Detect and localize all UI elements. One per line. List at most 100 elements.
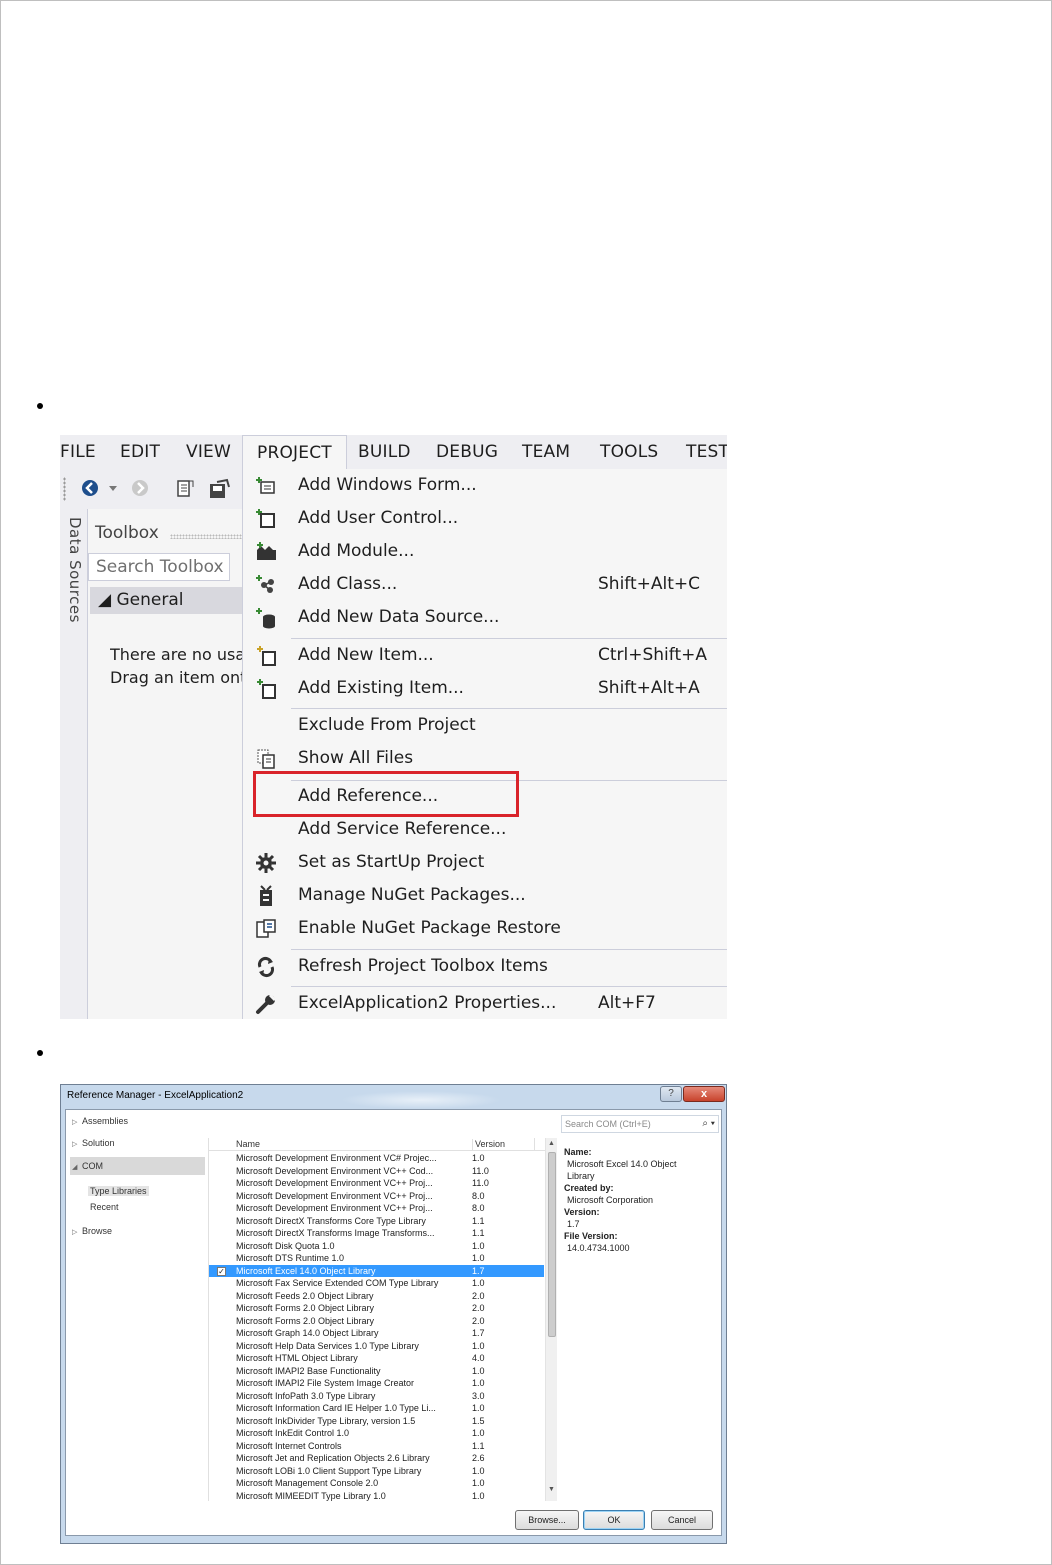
menu-item-enable-nuget-package-restore[interactable]: Enable NuGet Package Restore [243, 912, 727, 945]
list-header: Name Version [209, 1138, 557, 1151]
data-sources-tab[interactable]: Data Sources [66, 517, 84, 623]
menu-debug[interactable]: DEBUG [436, 435, 498, 469]
row-name: Microsoft Internet Controls [236, 1440, 342, 1451]
menu-project[interactable]: PROJECT [242, 435, 347, 470]
scroll-down-arrow-icon[interactable]: ▼ [548, 1486, 555, 1493]
table-row[interactable]: Microsoft Information Card IE Helper 1.0… [209, 1402, 544, 1415]
menu-tools[interactable]: TOOLS [600, 435, 658, 469]
table-row[interactable]: Microsoft DirectX Transforms Image Trans… [209, 1227, 544, 1240]
detail-created-by-value: Microsoft Corporation [567, 1195, 654, 1205]
toolbox-title-grip[interactable] [170, 534, 242, 539]
table-row[interactable]: Microsoft Development Environment VC++ P… [209, 1177, 544, 1190]
table-row[interactable]: Microsoft DirectX Transforms Core Type L… [209, 1215, 544, 1228]
menu-item-add-new-data-source[interactable]: Add New Data Source... [243, 601, 727, 634]
row-version: 3.0 [472, 1390, 485, 1401]
module-icon [257, 542, 276, 560]
row-name: Microsoft Feeds 2.0 Object Library [236, 1290, 374, 1301]
save-all-icon[interactable] [207, 478, 231, 500]
menu-item-add-class[interactable]: Add Class... Shift+Alt+C [243, 568, 727, 601]
table-row[interactable]: Microsoft Fax Service Extended COM Type … [209, 1277, 544, 1290]
row-version: 8.0 [472, 1190, 485, 1201]
column-header-version[interactable]: Version [472, 1139, 505, 1151]
table-row[interactable]: Microsoft Internet Controls 1.1 [209, 1440, 544, 1453]
table-row[interactable]: Microsoft Forms 2.0 Object Library 2.0 [209, 1302, 544, 1315]
table-row[interactable]: Microsoft Help Data Services 1.0 Type Li… [209, 1340, 544, 1353]
row-name: Microsoft InkEdit Control 1.0 [236, 1428, 350, 1438]
nav-type-libraries[interactable]: Type Libraries [88, 1186, 149, 1196]
toolbar-grip[interactable] [63, 477, 66, 501]
row-version: 1.0 [472, 1403, 485, 1413]
nav-recent[interactable]: Recent [90, 1202, 119, 1212]
table-row[interactable]: Microsoft InkEdit Control 1.0 1.0 [209, 1427, 544, 1440]
table-row[interactable]: Microsoft DTS Runtime 1.0 1.0 [209, 1252, 544, 1265]
help-button[interactable]: ? [660, 1086, 682, 1102]
search-icon[interactable]: ⌕ ▾ [702, 1116, 715, 1132]
table-row[interactable]: Microsoft HTML Object Library 4.0 [209, 1352, 544, 1365]
table-row[interactable]: Microsoft InkDivider Type Library, versi… [209, 1415, 544, 1428]
table-row[interactable]: Microsoft MIMEEDIT Type Library 1.0 1.0 [209, 1490, 544, 1503]
menu-view[interactable]: VIEW [186, 435, 231, 469]
add-reference-highlight-box [253, 771, 519, 817]
menu-item-add-service-reference[interactable]: Add Service Reference... [243, 813, 727, 846]
menu-edit[interactable]: EDIT [120, 435, 160, 469]
menu-file[interactable]: FILE [60, 435, 96, 469]
table-row[interactable]: ✓ Microsoft Excel 14.0 Object Library 1.7 [209, 1264, 544, 1277]
table-row[interactable]: Microsoft InfoPath 3.0 Type Library 3.0 [209, 1390, 544, 1403]
row-version: 1.0 [472, 1253, 485, 1263]
table-row[interactable]: Microsoft Management Console 2.0 1.0 [209, 1477, 544, 1490]
nav-assemblies[interactable]: ▷ Assemblies [72, 1116, 128, 1126]
row-version: 1.0 [472, 1428, 485, 1438]
menu-item-add-new-item[interactable]: Add New Item... Ctrl+Shift+A [243, 639, 727, 672]
menu-item-properties[interactable]: ExcelApplication2 Properties... Alt+F7 [243, 987, 727, 1019]
table-row[interactable]: Microsoft Development Environment VC++ P… [209, 1190, 544, 1203]
table-row[interactable]: Microsoft Development Environment VC++ P… [209, 1202, 544, 1215]
row-checkbox[interactable]: ✓ [217, 1266, 226, 1276]
back-icon[interactable] [80, 478, 100, 498]
detail-name-label: Name: [564, 1147, 592, 1157]
table-row[interactable]: Microsoft Jet and Replication Objects 2.… [209, 1452, 544, 1465]
table-row[interactable]: Microsoft Development Environment VC# Pr… [209, 1152, 544, 1165]
nav-com[interactable]: ◢ COM [72, 1161, 103, 1171]
dialog-body: ▷ Assemblies ▷ Solution ◢ COM Type Librarie… [65, 1109, 722, 1536]
detail-version-value: 1.7 [567, 1219, 580, 1229]
scroll-thumb[interactable] [548, 1152, 556, 1337]
search-com-input[interactable]: Search COM (Ctrl+E) ⌕ ▾ [561, 1115, 719, 1133]
table-row[interactable]: Microsoft IMAPI2 File System Image Creat… [209, 1377, 544, 1390]
browse-button[interactable]: Browse... [515, 1510, 579, 1530]
list-scrollbar[interactable]: ▲ ▼ [545, 1138, 557, 1501]
menu-item-add-module[interactable]: Add Module... [243, 535, 727, 568]
table-row[interactable]: Microsoft Forms 2.0 Object Library 2.0 [209, 1315, 544, 1328]
table-row[interactable]: Microsoft IMAPI2 Base Functionality 1.0 [209, 1365, 544, 1378]
solution-explorer-icon[interactable] [174, 478, 196, 500]
menu-item-add-user-control[interactable]: Add User Control... [243, 502, 727, 535]
table-row[interactable]: Microsoft Disk Quota 1.0 1.0 [209, 1240, 544, 1253]
table-row[interactable]: Microsoft LOBi 1.0 Client Support Type L… [209, 1465, 544, 1478]
menu-test[interactable]: TEST [686, 435, 727, 469]
row-version: 11.0 [472, 1178, 489, 1188]
back-dropdown-icon[interactable] [109, 486, 117, 492]
menu-item-set-as-startup-project[interactable]: Set as StartUp Project [243, 846, 727, 879]
menu-build[interactable]: BUILD [358, 435, 411, 469]
menu-item-manage-nuget-packages[interactable]: Manage NuGet Packages... [243, 879, 727, 912]
menu-item-add-existing-item[interactable]: Add Existing Item... Shift+Alt+A [243, 672, 727, 705]
row-name: Microsoft Development Environment VC# Pr… [236, 1153, 437, 1163]
ok-button[interactable]: OK [583, 1510, 645, 1530]
row-name: Microsoft HTML Object Library [236, 1353, 358, 1363]
column-header-name[interactable]: Name [236, 1139, 260, 1149]
cancel-button[interactable]: Cancel [651, 1510, 713, 1530]
scroll-up-arrow-icon[interactable]: ▲ [548, 1140, 555, 1147]
menu-team[interactable]: TEAM [522, 435, 570, 469]
menu-item-refresh-project-toolbox-items[interactable]: Refresh Project Toolbox Items [243, 950, 727, 983]
toolbox-group-general[interactable]: ◢ General [90, 587, 242, 614]
close-button[interactable]: x [683, 1086, 725, 1102]
nav-browse[interactable]: ▷ Browse [72, 1226, 112, 1236]
table-row[interactable]: Microsoft Development Environment VC++ C… [209, 1165, 544, 1178]
forward-icon[interactable] [130, 478, 150, 498]
menu-item-add-windows-form[interactable]: Add Windows Form... [243, 469, 727, 502]
toolbox-search-input[interactable]: Search Toolbox [88, 553, 230, 581]
nav-solution[interactable]: ▷ Solution [72, 1138, 115, 1148]
table-row[interactable]: Microsoft Graph 14.0 Object Library 1.7 [209, 1327, 544, 1340]
row-name: Microsoft DTS Runtime 1.0 [236, 1253, 345, 1263]
table-row[interactable]: Microsoft Feeds 2.0 Object Library 2.0 [209, 1290, 544, 1303]
menu-item-exclude-from-project[interactable]: Exclude From Project [243, 709, 727, 742]
